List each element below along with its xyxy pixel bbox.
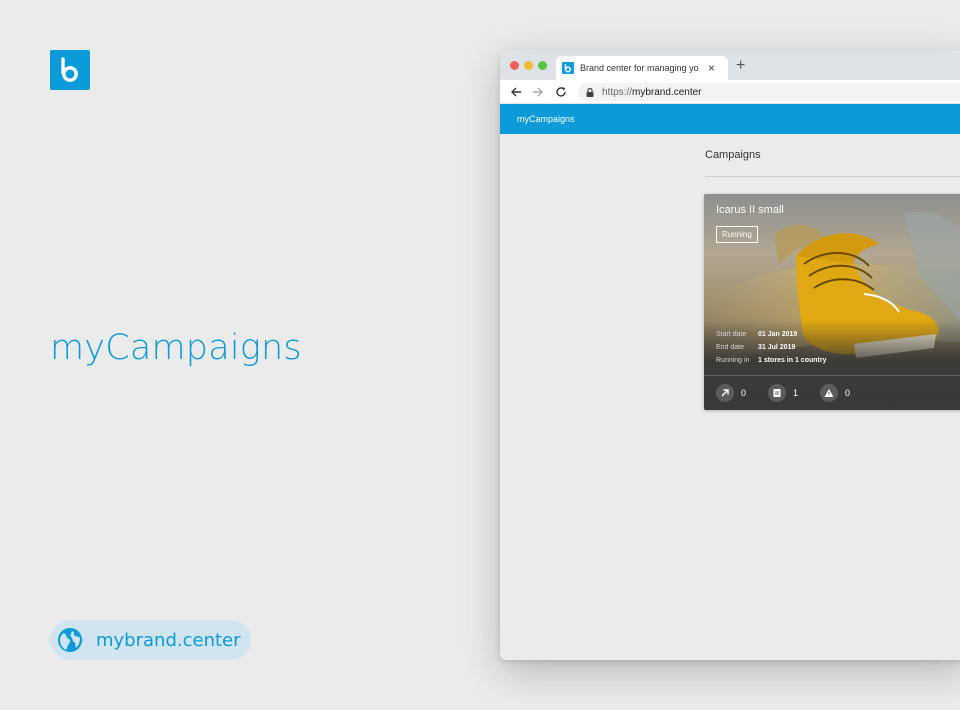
close-window-button[interactable]: [510, 61, 519, 70]
trend-arrow-icon: [716, 384, 734, 402]
end-date-row: End date 31 Jul 2019: [716, 344, 796, 351]
globe-icon: [58, 628, 82, 652]
brand-b-icon: [61, 57, 78, 82]
favicon-icon: [562, 62, 574, 74]
document-icon: [768, 384, 786, 402]
forward-icon[interactable]: [532, 86, 544, 98]
main-content: Campaigns Icarus II small Running Start …: [500, 134, 960, 660]
site-url-text: mybrand.center: [96, 629, 241, 651]
brand-logo: [50, 50, 90, 90]
close-tab-icon[interactable]: ×: [708, 62, 715, 74]
browser-window: Brand center for managing yo × + https:/…: [500, 50, 960, 660]
tab-title: Brand center for managing yo: [580, 63, 699, 73]
running-in-row: Running in 1 stores in 1 country: [716, 357, 827, 364]
lock-icon: [586, 87, 594, 97]
app-header: myCampaigns: [500, 104, 960, 134]
divider: [705, 176, 960, 177]
minimize-window-button[interactable]: [524, 61, 533, 70]
url-text: https://mybrand.center: [602, 86, 702, 98]
campaign-card[interactable]: Icarus II small Running Start date 01 Jan…: [704, 194, 960, 410]
start-date-row: Start date 01 Jan 2019: [716, 331, 798, 338]
page-title: Campaigns: [705, 149, 761, 161]
new-tab-icon[interactable]: +: [736, 58, 745, 74]
status-badge: Running: [716, 226, 758, 243]
stat-documents[interactable]: 1: [768, 384, 798, 402]
reload-icon[interactable]: [555, 86, 567, 98]
url-input[interactable]: https://mybrand.center: [578, 83, 960, 101]
warning-icon: [820, 384, 838, 402]
back-icon[interactable]: [510, 86, 522, 98]
stat-reach[interactable]: 0: [716, 384, 746, 402]
card-divider: [704, 375, 960, 376]
address-bar: https://mybrand.center: [500, 80, 960, 104]
hero-title: myCampaigns: [50, 328, 302, 368]
maximize-window-button[interactable]: [538, 61, 547, 70]
stat-warnings[interactable]: 0: [820, 384, 850, 402]
app-title[interactable]: myCampaigns: [517, 114, 575, 124]
browser-tab[interactable]: Brand center for managing yo ×: [556, 56, 728, 80]
site-url-pill[interactable]: mybrand.center: [50, 620, 251, 660]
browser-titlebar: Brand center for managing yo × +: [500, 50, 960, 80]
campaign-name: Icarus II small: [716, 204, 784, 216]
